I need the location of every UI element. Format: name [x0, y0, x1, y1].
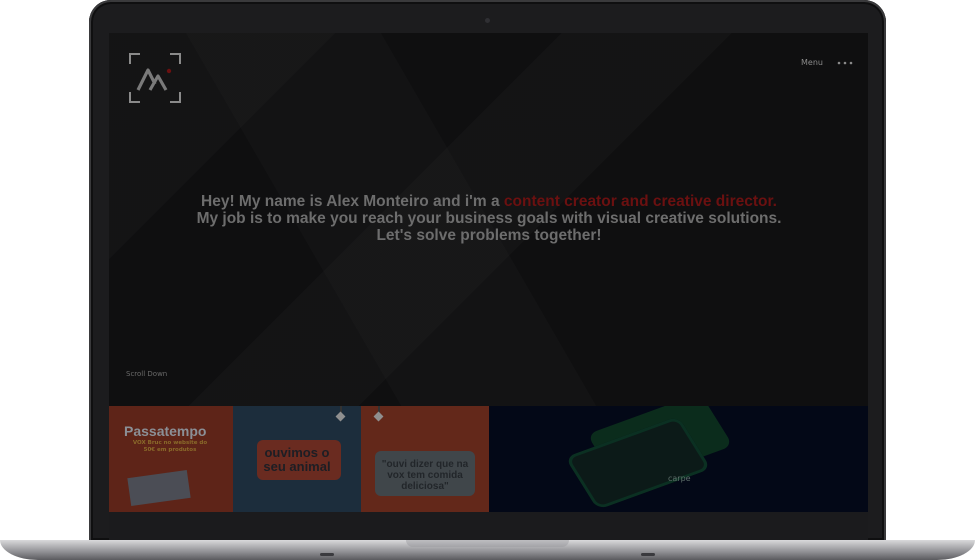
tile-message-line-2: seu animal [263, 459, 331, 474]
tile-subtitle-line-2: 50€ em produtos [143, 447, 197, 453]
tile-message: ouvimos o seu animal [233, 446, 361, 474]
portfolio-tile-carpe[interactable]: carpe [489, 406, 868, 512]
hanging-tag-icon [335, 411, 346, 422]
laptop-foot [641, 553, 655, 556]
intro-line-3: Let's solve problems together! [376, 227, 602, 244]
portfolio-tile-comida[interactable]: "ouvi dizer que na vox tem comida delici… [361, 406, 489, 512]
portfolio-tile-passatempo[interactable]: Passatempo VOX Bruc no website do 50€ em… [109, 406, 233, 512]
product-card-image [127, 469, 191, 507]
tile-message: "ouvi dizer que na vox tem comida delici… [361, 459, 489, 492]
hero-intro-text: Hey! My name is Alex Monteiro and i'm a … [169, 193, 809, 244]
tile-brand: carpe [668, 474, 691, 483]
intro-line-2: My job is to make you reach your busines… [196, 210, 782, 227]
portfolio-tile-ouvimos[interactable]: ouvimos o seu animal [233, 406, 361, 512]
tile-message-line-1: ouvimos o [264, 445, 330, 460]
tile-subtitle: VOX Bruc no website do 50€ em produtos [125, 440, 215, 454]
hero-section: Menu Hey! My name is Alex Monteiro and i… [109, 33, 868, 406]
laptop-foot [320, 553, 334, 556]
tile-title: Passatempo [124, 423, 207, 439]
intro-prefix: Hey! My name is Alex Monteiro and i'm a [201, 193, 504, 210]
am-monogram-logo-icon[interactable] [128, 52, 182, 104]
webcam-icon [485, 18, 490, 23]
laptop-opening-notch [406, 540, 569, 547]
tile-message-line-3: deliciosa" [401, 481, 449, 492]
website-screen: Menu Hey! My name is Alex Monteiro and i… [109, 33, 868, 520]
menu-label[interactable]: Menu [801, 58, 823, 67]
more-dots-icon[interactable] [837, 61, 853, 65]
screen-bottom-bezel [109, 512, 868, 540]
intro-highlight: content creator and creative director. [503, 193, 777, 210]
portfolio-grid: Passatempo VOX Bruc no website do 50€ em… [109, 406, 868, 512]
tile-subtitle-line-1: VOX Bruc no website do [132, 440, 208, 446]
tile-message-line-1: "ouvi dizer que na [381, 459, 469, 470]
scroll-down-link[interactable]: Scroll Down [126, 370, 167, 378]
hanging-tag-icon [373, 411, 384, 422]
tile-message-line-2: vox tem comida [387, 470, 463, 481]
